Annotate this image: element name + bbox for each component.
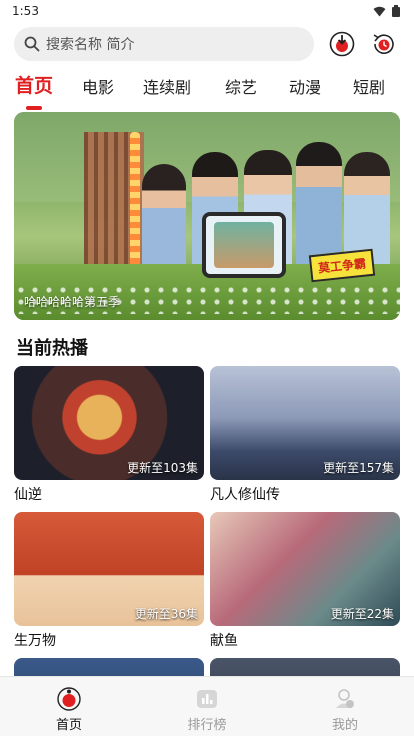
status-icons: [373, 5, 400, 17]
download-icon: [329, 31, 355, 57]
tab-anime[interactable]: 动漫: [286, 68, 324, 98]
featured-banner[interactable]: 莫工争霸 哈哈哈哈哈第五季: [14, 112, 400, 320]
battery-icon: [392, 5, 400, 17]
show-title: 凡人修仙传: [210, 487, 280, 503]
episode-badge: 更新至103集: [127, 461, 198, 475]
tab-label: 连续剧: [142, 78, 191, 97]
tab-label: 首页: [14, 75, 53, 97]
tab-series[interactable]: 连续剧: [141, 68, 193, 98]
episode-badge: 更新至22集: [330, 607, 394, 621]
tab-label: 电影: [81, 78, 114, 97]
banner-tv-prop: [202, 212, 286, 278]
tab-label: 动漫: [288, 78, 321, 97]
show-title: 献鱼: [210, 633, 238, 649]
home-icon: [57, 687, 81, 711]
show-title: 仙逆: [14, 487, 42, 503]
show-card[interactable]: 更新至103集 仙逆: [14, 366, 204, 504]
tab-label: 综艺: [224, 78, 257, 97]
banner-tv-screen: [214, 222, 274, 268]
show-poster: 更新至157集: [210, 366, 400, 480]
wifi-icon: [373, 6, 386, 16]
tab-label: 短剧: [352, 78, 385, 97]
nav-ranking[interactable]: 排行榜: [138, 677, 276, 736]
ranking-icon: [197, 690, 217, 708]
show-poster: 更新至36集: [14, 512, 204, 626]
history-button[interactable]: [370, 30, 398, 58]
section-title: 当前热播: [16, 338, 88, 359]
tab-movies[interactable]: 电影: [79, 68, 117, 98]
banner-cast-member: [142, 164, 186, 274]
history-icon: [373, 34, 394, 54]
show-poster: 更新至103集: [14, 366, 204, 480]
show-card[interactable]: 更新至22集 献鱼: [210, 512, 400, 650]
show-title: 生万物: [14, 633, 56, 649]
search-input[interactable]: 搜索名称 简介: [14, 27, 314, 61]
search-row: 搜索名称 简介: [14, 26, 404, 62]
tab-home[interactable]: 首页: [12, 68, 56, 110]
status-bar: 1:53: [0, 0, 414, 22]
nav-profile[interactable]: 我的: [276, 677, 414, 736]
bottom-navigation: 首页 排行榜 我的: [0, 676, 414, 736]
show-card[interactable]: 更新至157集 凡人修仙传: [210, 366, 400, 504]
tab-short-drama[interactable]: 短剧: [350, 68, 388, 98]
show-poster: 更新至22集: [210, 512, 400, 626]
search-placeholder: 搜索名称 简介: [46, 37, 135, 53]
show-card[interactable]: 更新至36集 生万物: [14, 512, 204, 650]
category-tabs: 首页 电影 连续剧 综艺 动漫 短剧: [0, 68, 414, 112]
search-icon: [24, 36, 40, 52]
nav-label: 排行榜: [187, 718, 227, 733]
tab-variety[interactable]: 综艺: [222, 68, 260, 98]
nav-label: 首页: [55, 718, 82, 733]
nav-home[interactable]: 首页: [0, 677, 138, 736]
episode-badge: 更新至36集: [134, 607, 198, 621]
episode-badge: 更新至157集: [323, 461, 394, 475]
active-tab-indicator: [26, 106, 42, 110]
nav-label: 我的: [331, 718, 358, 733]
download-button[interactable]: [328, 30, 356, 58]
status-time: 1:53: [12, 4, 39, 18]
profile-icon: [336, 689, 354, 708]
banner-caption: 哈哈哈哈哈第五季: [24, 295, 121, 309]
